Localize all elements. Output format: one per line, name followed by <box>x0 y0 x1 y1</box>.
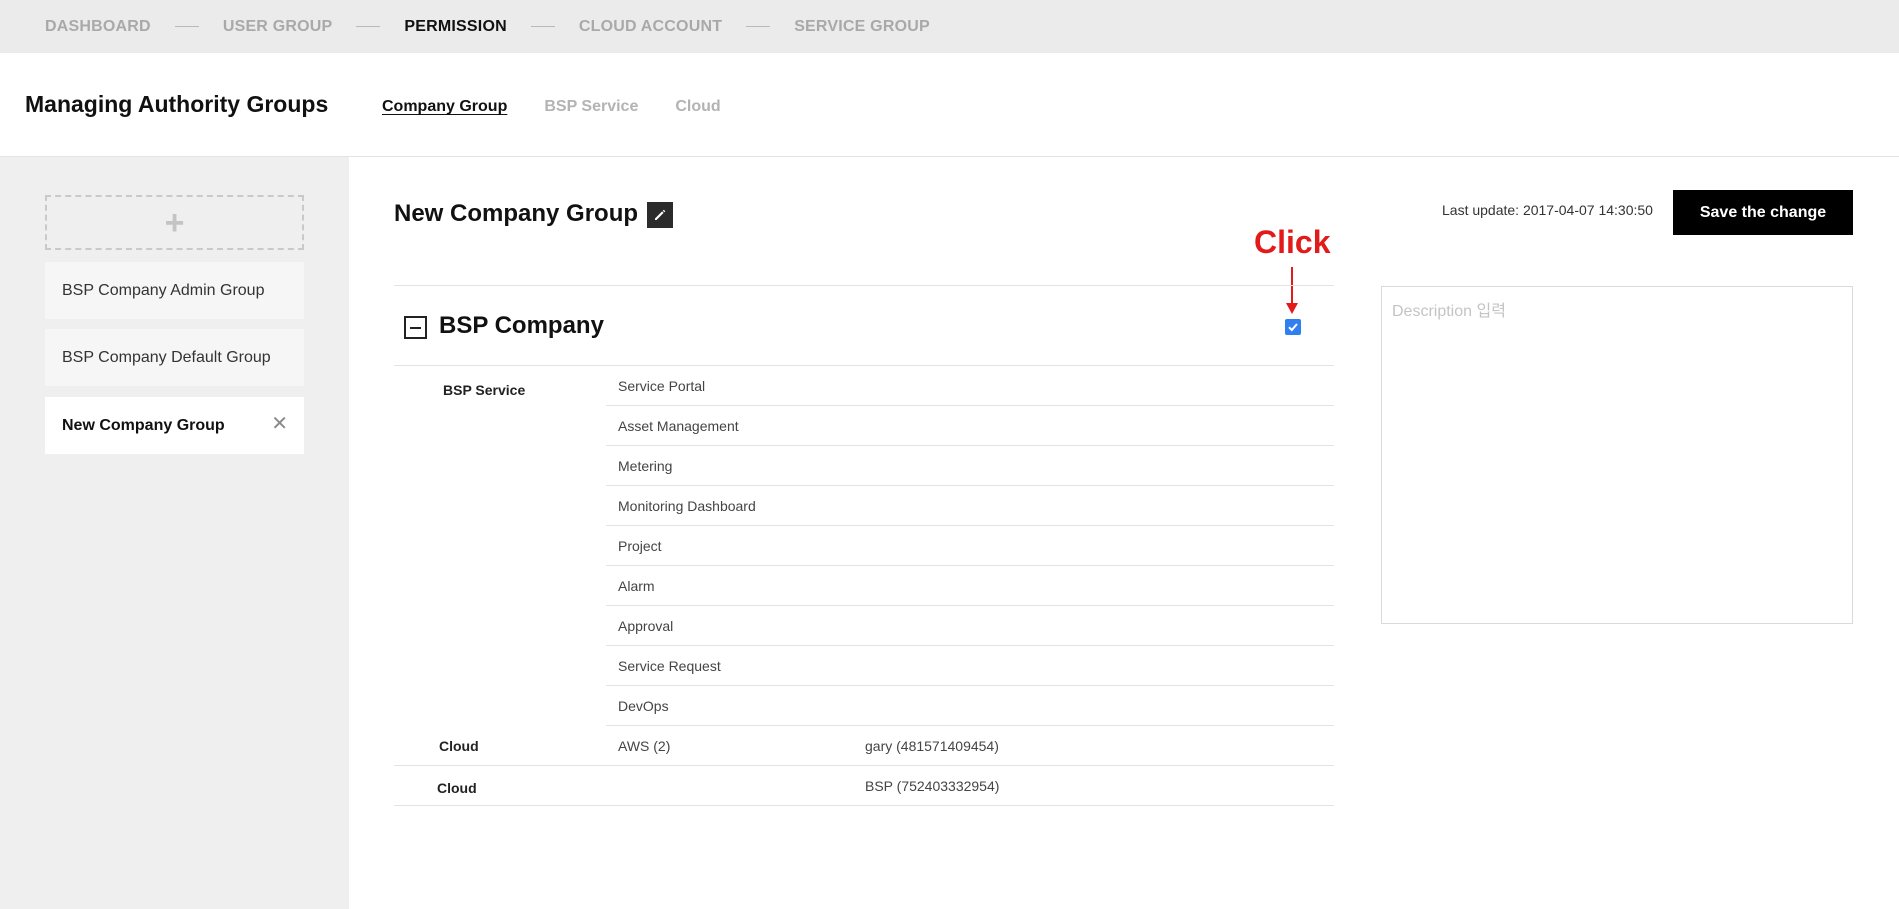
plus-icon: + <box>164 203 185 242</box>
cloud-account[interactable]: BSP (752403332954) <box>865 778 999 794</box>
divider <box>394 285 1334 286</box>
bsp-service-label: BSP Service <box>443 382 526 398</box>
cloud-type: AWS (2) <box>618 738 671 754</box>
group-item-new[interactable]: New Company Group ✕ <box>45 397 304 454</box>
service-row[interactable]: Service Portal <box>606 366 1334 406</box>
service-row[interactable]: Alarm <box>606 566 1334 606</box>
cloud-row: Cloud BSP (752403332954) <box>394 766 1334 806</box>
step-service-group[interactable]: SERVICE GROUP <box>794 18 930 36</box>
tab-bsp-service[interactable]: BSP Service <box>544 98 638 116</box>
step-divider <box>530 26 555 27</box>
step-divider <box>356 26 381 27</box>
page-header: Managing Authority Groups Company Group … <box>0 53 1899 157</box>
service-row[interactable]: DevOps <box>606 686 1334 726</box>
group-item-label: BSP Company Default Group <box>62 348 271 366</box>
group-item-label: BSP Company Admin Group <box>62 281 265 299</box>
step-divider <box>174 26 199 27</box>
step-permission[interactable]: PERMISSION <box>404 18 506 36</box>
tab-cloud[interactable]: Cloud <box>675 98 720 116</box>
service-row[interactable]: Asset Management <box>606 406 1334 446</box>
save-change-button[interactable]: Save the change <box>1673 190 1853 235</box>
group-name-title: New Company Group <box>394 200 639 227</box>
minus-icon <box>410 326 421 329</box>
pencil-icon <box>655 209 666 220</box>
cloud-label: Cloud <box>437 780 477 796</box>
cloud-row: Cloud AWS (2) gary (481571409454) <box>394 726 1334 766</box>
section-title: BSP Company <box>439 312 604 339</box>
arrow-down-icon <box>1286 267 1298 314</box>
step-divider <box>746 26 771 27</box>
service-row[interactable]: Service Request <box>606 646 1334 686</box>
group-item-label: New Company Group <box>62 416 225 434</box>
collapse-button[interactable] <box>404 316 427 339</box>
page-title: Managing Authority Groups <box>25 91 329 117</box>
tab-company-group[interactable]: Company Group <box>382 98 507 116</box>
step-dashboard[interactable]: DASHBOARD <box>45 18 151 36</box>
step-cloud-account[interactable]: CLOUD ACCOUNT <box>579 18 722 36</box>
company-checkbox[interactable] <box>1285 319 1301 335</box>
step-user-group[interactable]: USER GROUP <box>223 18 333 36</box>
service-row[interactable]: Monitoring Dashboard <box>606 486 1334 526</box>
group-item-default[interactable]: BSP Company Default Group <box>45 329 304 386</box>
group-sidebar: + BSP Company Admin Group BSP Company De… <box>0 157 349 909</box>
group-item-admin[interactable]: BSP Company Admin Group <box>45 262 304 319</box>
click-annotation: Click <box>1254 224 1331 260</box>
add-group-button[interactable]: + <box>45 195 304 250</box>
description-input[interactable] <box>1381 286 1853 624</box>
cloud-label: Cloud <box>439 738 479 754</box>
check-icon <box>1288 323 1298 332</box>
close-icon[interactable]: ✕ <box>271 414 288 434</box>
cloud-account[interactable]: gary (481571409454) <box>865 738 999 754</box>
service-row[interactable]: Approval <box>606 606 1334 646</box>
progress-steps: DASHBOARD USER GROUP PERMISSION CLOUD AC… <box>0 0 1899 53</box>
service-row[interactable]: Metering <box>606 446 1334 486</box>
sub-tabs: Company Group BSP Service Cloud <box>382 98 721 116</box>
last-update-text: Last update: 2017-04-07 14:30:50 <box>1442 202 1653 218</box>
edit-name-button[interactable] <box>647 202 673 228</box>
service-row[interactable]: Project <box>606 526 1334 566</box>
